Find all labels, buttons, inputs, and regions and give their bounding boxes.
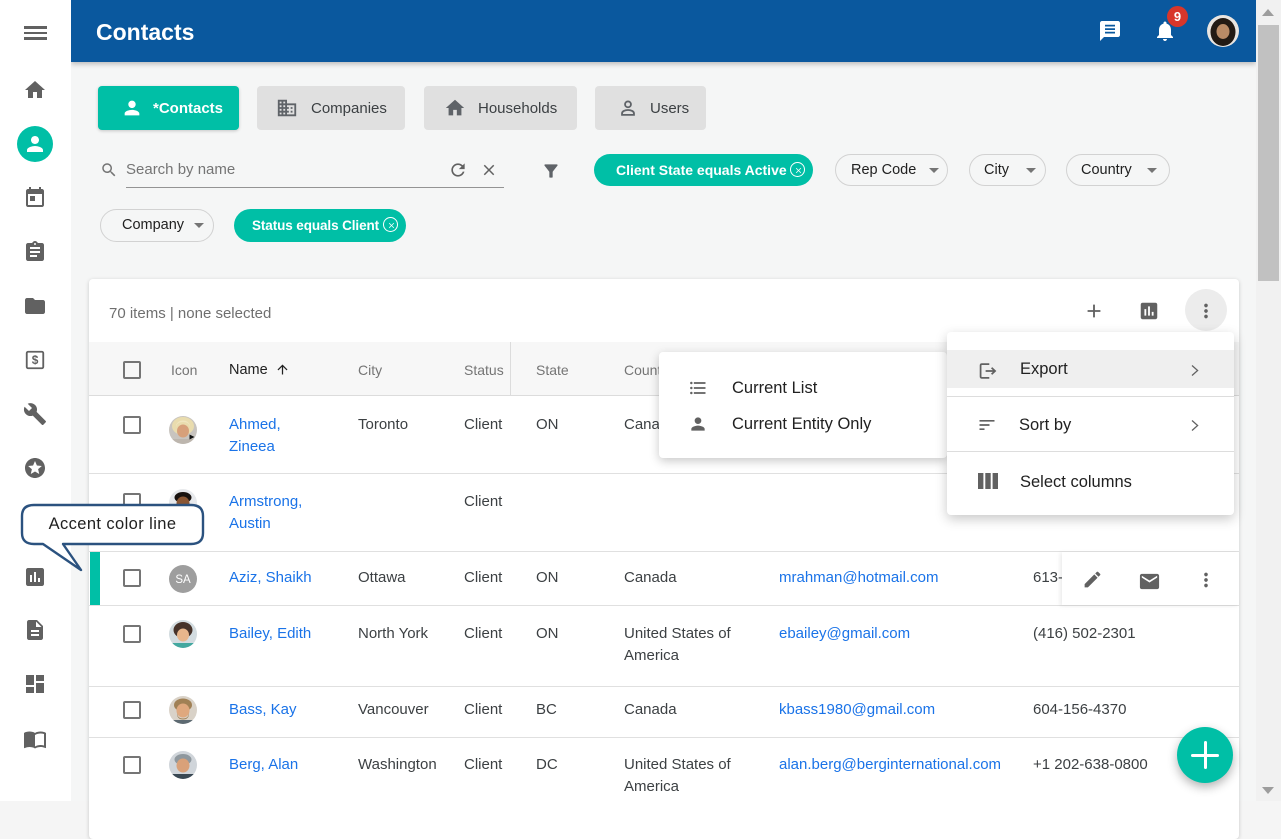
svg-text:$: $ (32, 353, 39, 367)
